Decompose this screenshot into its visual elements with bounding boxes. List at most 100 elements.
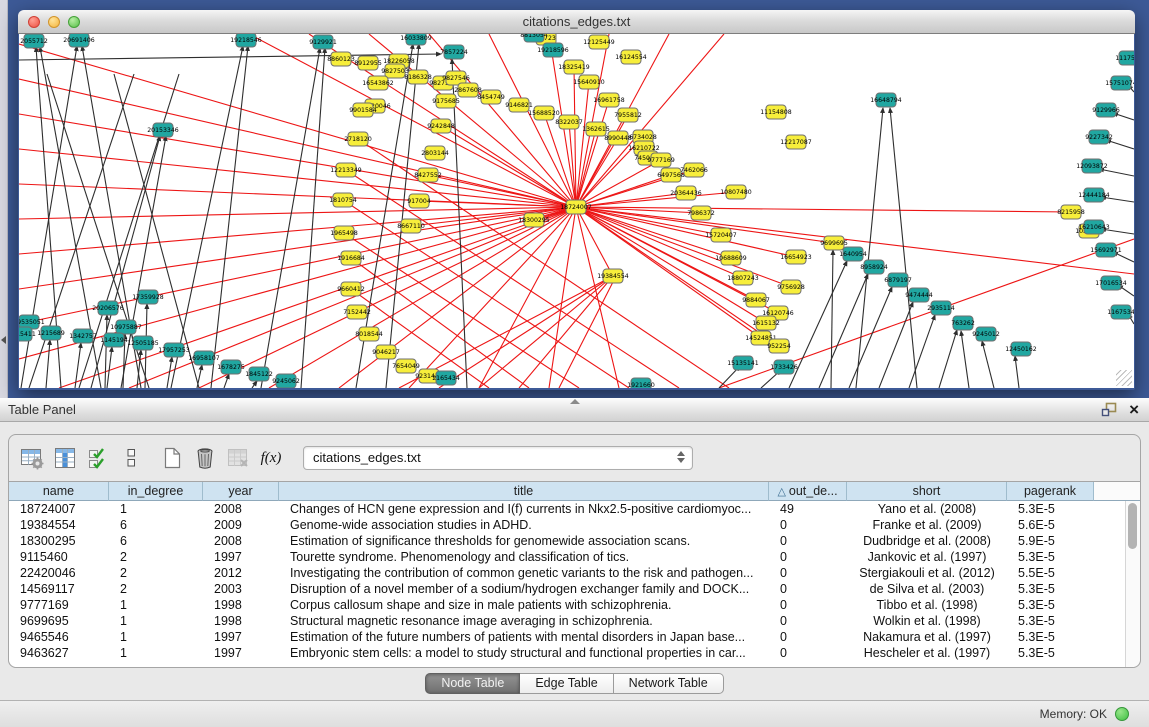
graph-node[interactable]: 1145194	[100, 333, 128, 347]
graph-node[interactable]: 917004	[407, 194, 431, 208]
table-cell[interactable]: 1998	[203, 597, 279, 613]
graph-node[interactable]: 2165434	[432, 371, 460, 385]
graph-node[interactable]: 15751074	[1105, 76, 1134, 90]
graph-node[interactable]: 12217087	[780, 135, 812, 149]
column-header-year[interactable]: year	[203, 482, 279, 501]
collapse-arrow-icon[interactable]	[1, 336, 6, 344]
table-row[interactable]: 1830029562008Estimation of significance …	[9, 533, 1125, 549]
graph-edge[interactable]	[909, 315, 935, 388]
table-cell[interactable]: 0	[769, 517, 847, 533]
float-panel-button[interactable]	[1101, 402, 1117, 417]
graph-node[interactable]: 8215958	[1057, 205, 1085, 219]
tab-edge-table[interactable]: Edge Table	[520, 673, 613, 694]
resize-grip[interactable]	[1116, 370, 1132, 386]
graph-edge[interactable]	[351, 258, 529, 388]
table-cell[interactable]: 1997	[203, 645, 279, 661]
graph-node[interactable]: 9175685	[432, 94, 460, 108]
graph-node[interactable]: 8813054	[520, 34, 548, 42]
table-cell[interactable]: 0	[769, 645, 847, 661]
table-cell[interactable]: 5.3E-5	[1007, 501, 1094, 517]
table-cell[interactable]: 5.3E-5	[1007, 581, 1094, 597]
table-cell[interactable]: Estimation of significance thresholds fo…	[279, 533, 769, 549]
table-cell[interactable]: 2012	[203, 565, 279, 581]
graph-node[interactable]: 15688520	[528, 106, 560, 120]
table-row[interactable]: 911546021997Tourette syndrome. Phenomeno…	[9, 549, 1125, 565]
table-row[interactable]: 1938455462009Genome-wide association stu…	[9, 517, 1125, 533]
table-cell[interactable]: 5.3E-5	[1007, 597, 1094, 613]
graph-edge[interactable]	[831, 250, 833, 388]
graph-edge[interactable]	[252, 381, 257, 388]
table-row[interactable]: 2242004622012Investigating the contribut…	[9, 565, 1125, 581]
graph-node[interactable]: 9884067	[742, 293, 770, 307]
table-cell[interactable]: 2009	[203, 517, 279, 533]
table-cell[interactable]: 5.6E-5	[1007, 517, 1094, 533]
table-cell[interactable]: de Silva et al. (2003)	[847, 581, 1007, 597]
table-cell[interactable]: 0	[769, 597, 847, 613]
graph-node[interactable]: 2803144	[421, 146, 449, 160]
graph-node[interactable]: 8427552	[414, 168, 442, 182]
column-header-pagerank[interactable]: pagerank	[1007, 482, 1094, 501]
table-cell[interactable]: Corpus callosum shape and size in male p…	[279, 597, 769, 613]
table-cell[interactable]: Tibbo et al. (1998)	[847, 597, 1007, 613]
table-cell[interactable]: 1997	[203, 629, 279, 645]
table-cell[interactable]: 2	[109, 581, 203, 597]
delete-table-button[interactable]	[223, 444, 253, 472]
graph-node[interactable]: 9129921	[309, 35, 337, 49]
table-cell[interactable]: 5.3E-5	[1007, 613, 1094, 629]
graph-node[interactable]: 12450162	[1005, 342, 1037, 356]
graph-edge[interactable]	[19, 207, 576, 219]
table-cell[interactable]: 2008	[203, 501, 279, 517]
panel-splitter-handle[interactable]	[570, 399, 580, 404]
graph-node[interactable]: 1916684	[337, 251, 365, 265]
graph-node[interactable]: 15135141	[727, 356, 759, 370]
graph-edge[interactable]	[982, 341, 994, 388]
graph-node[interactable]: 8018544	[355, 327, 383, 341]
graph-edge[interactable]	[479, 207, 576, 388]
table-selector-combo[interactable]: citations_edges.txt	[303, 446, 693, 470]
graph-edge[interactable]	[1099, 169, 1134, 176]
graph-node[interactable]: 8667110	[397, 219, 425, 233]
graph-edge[interactable]	[961, 331, 969, 388]
zoom-window-button[interactable]	[68, 16, 80, 28]
graph-edge[interactable]	[576, 207, 1071, 212]
table-cell[interactable]: 1998	[203, 613, 279, 629]
graph-node[interactable]: 17957253	[158, 343, 190, 357]
graph-node[interactable]: 16648794	[870, 93, 902, 107]
table-cell[interactable]: Stergiakouli et al. (2012)	[847, 565, 1007, 581]
graph-node[interactable]: 2055712	[20, 34, 48, 48]
table-cell[interactable]: 0	[769, 613, 847, 629]
show-columns-button[interactable]	[50, 444, 80, 472]
table-cell[interactable]: 22420046	[9, 565, 109, 581]
graph-node[interactable]: 9129966	[1092, 103, 1120, 117]
column-header-out-de-[interactable]: △out_de...	[769, 482, 847, 501]
table-cell[interactable]: Yano et al. (2008)	[847, 501, 1007, 517]
table-cell[interactable]: 1	[109, 501, 203, 517]
graph-node[interactable]: 1362615	[582, 122, 610, 136]
table-cell[interactable]: Changes of HCN gene expression and I(f) …	[279, 501, 769, 517]
vertical-scrollbar[interactable]	[1125, 501, 1140, 667]
graph-node[interactable]: 8990448	[604, 131, 632, 145]
minimize-window-button[interactable]	[48, 16, 60, 28]
graph-node[interactable]: 9245012	[972, 327, 1000, 341]
table-cell[interactable]: 14569117	[9, 581, 109, 597]
graph-node[interactable]: 9756928	[777, 280, 805, 294]
graph-node[interactable]: 7955812	[614, 108, 642, 122]
row-mode-button[interactable]	[116, 444, 146, 472]
graph-edge[interactable]	[879, 302, 913, 388]
graph-node[interactable]: 1215689	[37, 326, 65, 340]
graph-node[interactable]: 9777169	[647, 153, 675, 167]
table-cell[interactable]: 9465546	[9, 629, 109, 645]
table-cell[interactable]: 1	[109, 597, 203, 613]
graph-node[interactable]: 8322037	[555, 115, 583, 129]
graph-edge[interactable]	[107, 347, 112, 388]
graph-node[interactable]: 9046217	[372, 345, 400, 359]
graph-node[interactable]: 8912955	[354, 56, 382, 70]
graph-node[interactable]: 8186328	[404, 70, 432, 84]
table-settings-button[interactable]	[17, 444, 47, 472]
graph-node[interactable]: 9242848	[427, 119, 455, 133]
graph-node[interactable]: 9227342	[1085, 130, 1113, 144]
table-cell[interactable]: 6	[109, 533, 203, 549]
graph-edge[interactable]	[559, 278, 615, 388]
graph-node[interactable]: 12093872	[1076, 159, 1108, 173]
column-header-title[interactable]: title	[279, 482, 769, 501]
